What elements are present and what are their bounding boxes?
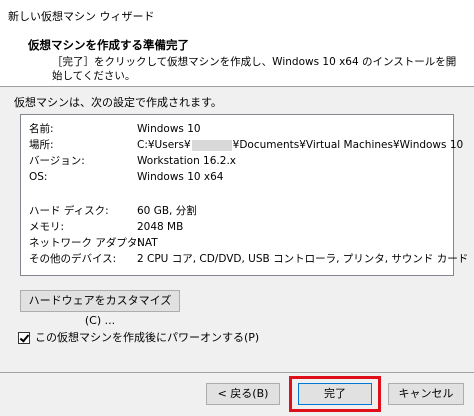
redacted-username (191, 139, 232, 151)
finish-button[interactable]: 完了 (298, 383, 372, 405)
window-title: 新しい仮想マシン ウィザード (8, 10, 155, 23)
summary-label: 名前: (29, 123, 54, 135)
summary-value: C:¥Users¥ ¥Documents¥Virtual Machines¥Win… (137, 137, 463, 153)
location-prefix: C:¥Users¥ (137, 139, 191, 151)
summary-value: 2 CPU コア, CD/DVD, USB コントローラ, プリンタ, サウンド… (137, 253, 469, 265)
header-title: 仮想マシンを作成する準備完了 (28, 38, 189, 52)
summary-label: メモリ: (29, 221, 65, 233)
summary-label: その他のデバイス: (29, 253, 117, 265)
footer-divider (0, 372, 474, 373)
summary-value: 2048 MB (137, 221, 184, 233)
summary-label: ネットワーク アダプタ: (29, 237, 141, 249)
power-on-checkbox[interactable] (18, 332, 30, 344)
summary-label: ハード ディスク: (29, 205, 109, 217)
summary-value: NAT (137, 237, 158, 249)
summary-value: Windows 10 (137, 123, 201, 135)
summary-label: 場所: (29, 139, 54, 151)
power-on-label[interactable]: この仮想マシンを作成後にパワーオンする(P) (35, 330, 259, 346)
summary-label: OS: (29, 171, 48, 183)
back-button[interactable]: < 戻る(B) (206, 383, 280, 405)
settings-summary: 名前: Windows 10 場所: C:¥Users¥ ¥Documents¥V… (20, 114, 468, 276)
customize-hardware-button[interactable]: ハードウェアをカスタマイズ(C) ... (20, 290, 180, 327)
title-bar: 新しい仮想マシン ウィザード (0, 0, 474, 31)
wizard-header: 仮想マシンを作成する準備完了 ［完了］をクリックして仮想マシンを作成し、Wind… (0, 30, 474, 87)
header-description: ［完了］をクリックして仮想マシンを作成し、Windows 10 x64 のインス… (52, 56, 457, 82)
summary-label: バージョン: (29, 155, 85, 167)
intro-text: 仮想マシンは、次の設定で作成されます。 (14, 96, 222, 109)
summary-value: Windows 10 x64 (137, 171, 224, 183)
summary-value: 60 GB, 分割 (137, 205, 197, 217)
cancel-button[interactable]: キャンセル (388, 383, 464, 405)
location-suffix: ¥Documents¥Virtual Machines¥Windows 10 (232, 139, 464, 151)
summary-value: Workstation 16.2.x (137, 155, 236, 167)
